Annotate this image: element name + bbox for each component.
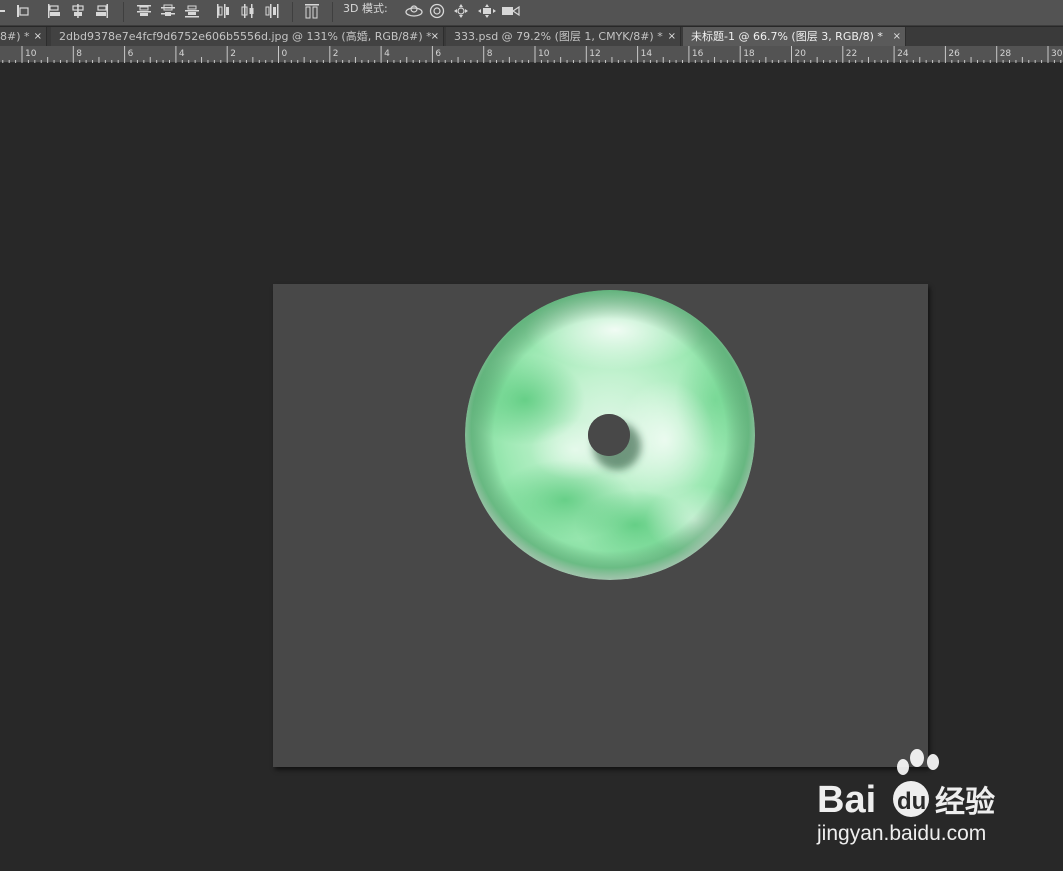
jade-disc-layer[interactable]	[465, 290, 755, 580]
align-right-edges-icon[interactable]	[94, 3, 110, 19]
horizontal-ruler[interactable]: 10 8 6 4 2 0 2 4 6 8 10 12 14 16 18 20 22 24 26 28 30	[0, 46, 1063, 63]
tab-document-2[interactable]: 2dbd9378e7e4fcf9d6752e606b5556d.jpg @ 13…	[51, 27, 444, 46]
ruler-label: 20	[795, 49, 807, 59]
document-tab-bar: 8#) * × 2dbd9378e7e4fcf9d6752e606b5556d.…	[0, 27, 1063, 46]
watermark-url: jingyan.baidu.com	[816, 822, 986, 845]
distribute-right-icon[interactable]	[264, 3, 280, 19]
align-top-edges-icon[interactable]	[15, 3, 31, 19]
ruler-label: 4	[179, 49, 185, 59]
align-left-partial-icon[interactable]	[0, 3, 16, 19]
close-icon[interactable]: ×	[431, 27, 439, 46]
pan-3d-icon[interactable]	[453, 3, 469, 19]
distribute-top-icon[interactable]	[136, 3, 152, 19]
toolbar-separator	[332, 2, 333, 22]
ruler-label: 18	[743, 49, 755, 59]
options-bar: 3D 模式:	[0, 0, 1063, 26]
ruler-label: 12	[589, 49, 600, 59]
tab-document-1[interactable]: 8#) * ×	[0, 27, 47, 46]
ruler-label: 4	[384, 49, 390, 59]
tab-label: 8#) *	[0, 30, 30, 43]
tab-document-active[interactable]: 未标题-1 @ 66.7% (图层 3, RGB/8) * ×	[683, 27, 906, 46]
ruler-label: 28	[1000, 49, 1012, 59]
distribute-bottom-icon[interactable]	[184, 3, 200, 19]
watermark-brand: Bai	[817, 779, 876, 821]
ruler-label: 6	[435, 49, 441, 59]
tab-label: 2dbd9378e7e4fcf9d6752e606b5556d.jpg @ 13…	[59, 30, 432, 43]
ruler-label: 26	[948, 49, 960, 59]
ruler-label: 16	[692, 49, 704, 59]
ruler-label: 10	[25, 49, 37, 59]
roll-3d-icon[interactable]	[429, 3, 445, 19]
ruler-label: 2	[230, 49, 236, 59]
paw-logo-icon	[897, 749, 939, 775]
auto-align-layers-icon[interactable]	[304, 3, 320, 19]
3d-mode-label: 3D 模式:	[343, 2, 388, 15]
tab-document-3[interactable]: 333.psd @ 79.2% (图层 1, CMYK/8#) * ×	[446, 27, 681, 46]
ruler-label: 2	[333, 49, 339, 59]
rotate-3d-icon[interactable]	[404, 3, 424, 19]
ruler-label: 22	[846, 49, 857, 59]
ruler-label: 6	[128, 49, 134, 59]
watermark-brand-cn: 经验	[935, 785, 995, 820]
ruler-label: 30	[1051, 49, 1063, 59]
scale-3d-icon[interactable]	[501, 3, 521, 19]
baidu-jingyan-watermark: Bai du 经验 jingyan.baidu.com	[816, 749, 995, 845]
distribute-vertical-centers-icon[interactable]	[160, 3, 176, 19]
toolbar-separator	[123, 2, 124, 22]
distribute-horizontal-centers-icon[interactable]	[240, 3, 256, 19]
ruler-label: 8	[76, 49, 82, 59]
tab-label: 未标题-1 @ 66.7% (图层 3, RGB/8) *	[691, 30, 883, 43]
watermark-brand-du: du	[897, 788, 926, 815]
toolbar-separator	[292, 2, 293, 22]
distribute-left-icon[interactable]	[215, 3, 231, 19]
slide-3d-icon[interactable]	[477, 3, 497, 19]
ruler-label: 24	[897, 49, 909, 59]
align-left-edges-icon[interactable]	[46, 3, 62, 19]
ruler-label: 8	[487, 49, 493, 59]
align-horizontal-centers-icon[interactable]	[70, 3, 86, 19]
ruler-label: 0	[282, 49, 288, 59]
close-icon[interactable]: ×	[893, 27, 901, 46]
tab-label: 333.psd @ 79.2% (图层 1, CMYK/8#) *	[454, 30, 663, 43]
ruler-label: 14	[641, 49, 653, 59]
ruler-label: 10	[538, 49, 550, 59]
close-icon[interactable]: ×	[668, 27, 676, 46]
close-icon[interactable]: ×	[34, 27, 42, 46]
